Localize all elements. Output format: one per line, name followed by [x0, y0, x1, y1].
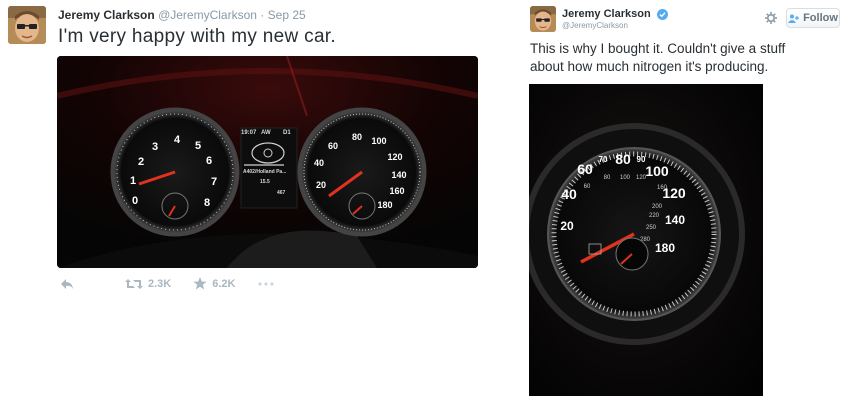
gauge-outer-180: 180: [655, 241, 675, 255]
tachometer: 0 1 2 3 4 5 6 7 8: [110, 107, 240, 237]
favorite-count: 6.2K: [212, 277, 236, 290]
gauge-inner-120: 120: [636, 175, 647, 181]
add-user-icon: [788, 14, 800, 23]
display-odometer: 467: [277, 190, 286, 196]
gauge-major-80: 80: [615, 151, 631, 167]
gauge-outer-90: 90: [637, 155, 646, 164]
retweet-icon: [125, 278, 143, 289]
gauge-major-40: 40: [561, 186, 577, 202]
gauge-inner-220: 220: [649, 213, 660, 219]
tach-label-3: 3: [152, 141, 158, 153]
gauge-inner-80: 80: [604, 175, 611, 181]
display-route: A402/Holland Pa...: [243, 169, 287, 175]
author-handle[interactable]: @JeremyClarkson: [158, 8, 257, 22]
gauge-major-60: 60: [577, 161, 593, 177]
center-display: 19:07 AW D1 A402/Holland Pa... 15.5 467: [240, 127, 298, 209]
tweet-photo[interactable]: 0 1 2 3 4 5 6 7 8 19:07 AW D1 A402/Holla…: [57, 56, 478, 268]
reply-button[interactable]: [60, 278, 79, 290]
speedo-label-180: 180: [377, 200, 392, 210]
tweet-text-line-1: This is why I bought it. Couldn't give a…: [530, 41, 786, 56]
tweet-text-line-2: about how much nitrogen it's producing.: [530, 59, 769, 74]
speedo-label-160: 160: [389, 186, 404, 196]
gauge-inner-100: 100: [620, 175, 631, 181]
display-trip: 15.5: [260, 179, 270, 185]
tach-label-8: 8: [204, 197, 210, 209]
retweet-button[interactable]: 2.3K: [125, 278, 171, 290]
more-icon: [257, 281, 274, 286]
tweet-photo[interactable]: 40 60 80 100 120 20 70 90 140 180 60 80 …: [529, 84, 763, 396]
verified-badge-icon: [656, 8, 668, 20]
tach-label-5: 5: [195, 140, 201, 152]
dashboard-photo: 0 1 2 3 4 5 6 7 8 19:07 AW D1 A402/Holla…: [57, 56, 478, 268]
gauge-major-100: 100: [645, 163, 669, 179]
tach-label-2: 2: [138, 156, 144, 168]
display-odo-label: D1: [283, 130, 291, 136]
more-button[interactable]: [257, 281, 279, 286]
author-handle[interactable]: @JeremyClarkson: [562, 21, 628, 30]
tach-label-0: 0: [132, 195, 138, 207]
gauge-outer-20: 20: [560, 219, 574, 233]
speedo-label-20: 20: [316, 180, 326, 190]
follow-label: Follow: [803, 12, 838, 24]
speedo-label-100: 100: [371, 136, 386, 146]
star-icon: [193, 277, 207, 290]
gauge-inner-60: 60: [584, 184, 591, 190]
gauge-inner-200: 200: [652, 204, 663, 210]
speedo-label-40: 40: [314, 158, 324, 168]
gauge-inner-250: 250: [646, 225, 657, 231]
follow-button[interactable]: Follow: [786, 8, 840, 28]
tweet-header: Jeremy Clarkson @JeremyClarkson · Sep 25: [58, 8, 306, 22]
display-clock: 19:07: [241, 130, 257, 136]
tweet-left: Jeremy Clarkson @JeremyClarkson · Sep 25…: [0, 0, 500, 403]
author-name[interactable]: Jeremy Clarkson: [562, 8, 651, 20]
speedometer: 20 40 60 80 100 120 140 160 180: [297, 107, 427, 237]
tach-label-1: 1: [130, 175, 136, 187]
separator: ·: [260, 8, 265, 22]
tweet-text: I'm very happy with my new car.: [58, 26, 336, 47]
display-gear: AW: [261, 130, 271, 136]
avatar[interactable]: [8, 6, 46, 44]
gauge-outer-70: 70: [599, 155, 608, 164]
tweet-actions: 2.3K 6.2K: [60, 277, 301, 290]
gauge-inner-160: 160: [657, 185, 668, 191]
avatar[interactable]: [530, 6, 556, 32]
tach-label-6: 6: [206, 155, 212, 167]
gauge-outer-140: 140: [665, 213, 685, 227]
gear-icon[interactable]: [765, 12, 777, 24]
author-name[interactable]: Jeremy Clarkson: [58, 8, 155, 22]
speedo-label-60: 60: [328, 141, 338, 151]
reply-icon: [61, 278, 73, 289]
timestamp[interactable]: Sep 25: [268, 8, 306, 22]
tweet-header: Jeremy Clarkson: [562, 8, 668, 20]
speedo-label-120: 120: [387, 152, 402, 162]
tach-label-4: 4: [174, 134, 181, 146]
retweet-count: 2.3K: [148, 277, 172, 290]
favorite-button[interactable]: 6.2K: [193, 277, 236, 290]
speedo-label-140: 140: [391, 170, 406, 180]
tach-label-7: 7: [211, 176, 217, 188]
speedometer-photo: 40 60 80 100 120 20 70 90 140 180 60 80 …: [529, 84, 763, 396]
speedo-label-80: 80: [352, 132, 362, 142]
tweet-right: Jeremy Clarkson @JeremyClarkson Follow T…: [520, 0, 852, 403]
